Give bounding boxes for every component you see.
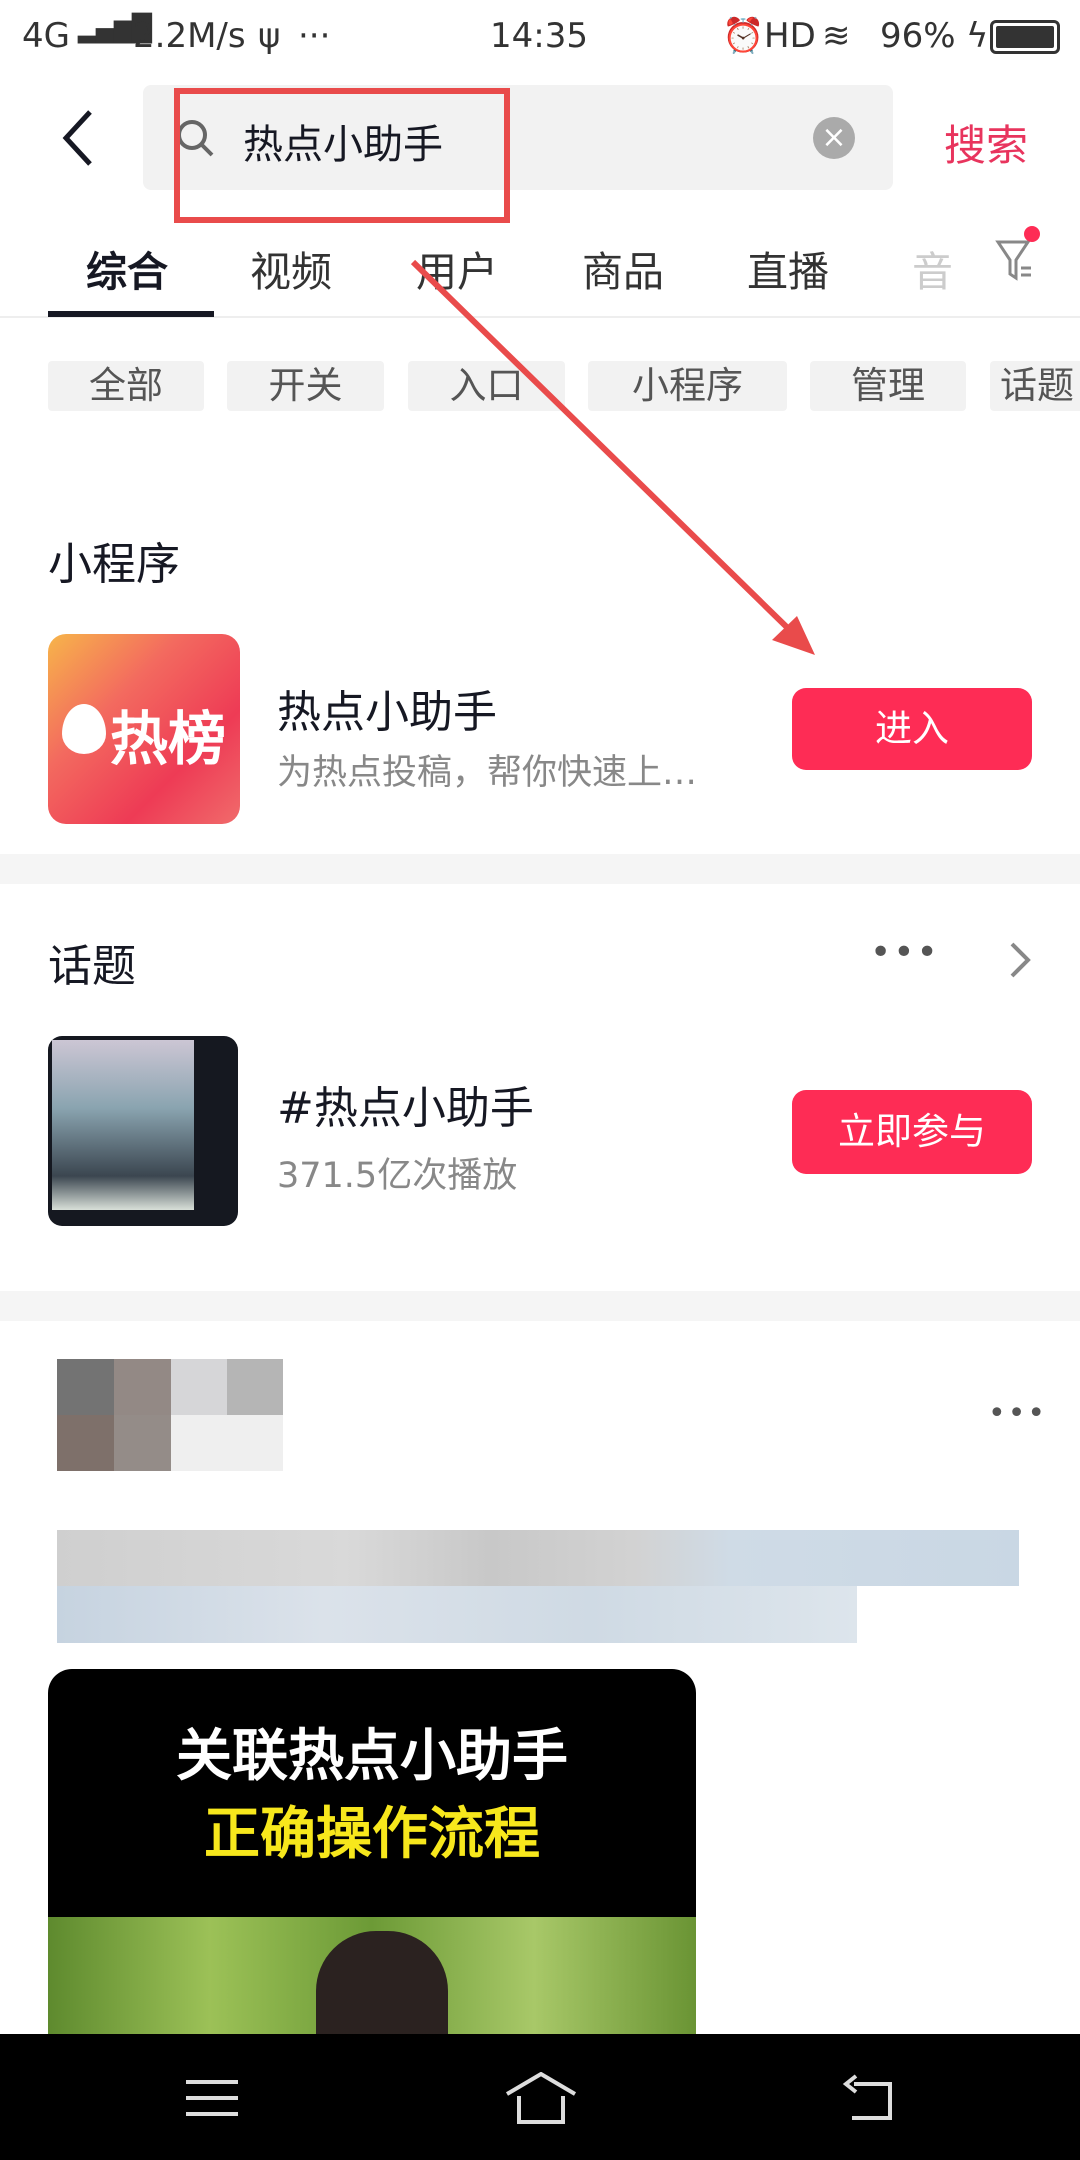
- annotation-rectangle: [174, 88, 510, 223]
- tab-live[interactable]: 直播: [747, 238, 829, 298]
- chip-all[interactable]: 全部: [48, 361, 204, 411]
- home-icon[interactable]: [505, 2072, 577, 2124]
- back-arrow-icon[interactable]: [58, 108, 98, 168]
- chip-mini-program[interactable]: 小程序: [588, 361, 787, 411]
- topic-name[interactable]: #热点小助手: [277, 1072, 534, 1136]
- flame-icon: [62, 704, 106, 754]
- chip-switch[interactable]: 开关: [227, 361, 384, 411]
- video-thumbnail[interactable]: 关联热点小助手 正确操作流程: [48, 1669, 696, 2049]
- net-speed: 2.2M/s: [133, 16, 246, 56]
- tab-video[interactable]: 视频: [250, 238, 332, 298]
- app-icon[interactable]: 热榜: [48, 634, 240, 824]
- enter-button[interactable]: 进入: [792, 688, 1032, 770]
- alarm-icon: ⏰: [722, 16, 765, 56]
- clear-icon[interactable]: ×: [813, 117, 855, 159]
- search-button[interactable]: 搜索: [944, 112, 1028, 173]
- more-status: ···: [298, 16, 331, 56]
- chevron-right-icon[interactable]: [1008, 940, 1032, 980]
- app-icon-text: 热榜: [110, 705, 227, 773]
- back-nav-icon[interactable]: [842, 2074, 894, 2122]
- tab-comprehensive[interactable]: 综合: [86, 238, 168, 298]
- hd-label: HD: [764, 16, 816, 56]
- section-divider: [0, 854, 1080, 884]
- topic-plays: 371.5亿次播放: [277, 1156, 518, 1196]
- mini-program-heading: 小程序: [48, 539, 180, 590]
- battery-icon: [990, 20, 1060, 54]
- section-divider: [0, 1291, 1080, 1321]
- blurred-caption-line: [57, 1586, 857, 1643]
- status-bar: 4G ▂▄▆█ 2.2M/s ψ ··· 14:35 ⏰ HD ≋ 96% ϟ: [0, 0, 1080, 76]
- system-nav-bar: [0, 2034, 1080, 2160]
- video-person: [316, 1931, 448, 2049]
- video-title-line2: 正确操作流程: [204, 1802, 540, 1867]
- chip-entry[interactable]: 入口: [408, 361, 565, 411]
- tab-products[interactable]: 商品: [582, 238, 664, 298]
- topic-heading: 话题: [48, 941, 136, 992]
- battery-level: 96%: [880, 16, 956, 56]
- more-icon[interactable]: •••: [870, 932, 940, 973]
- mini-program-name[interactable]: 热点小助手: [277, 676, 497, 740]
- tab-users[interactable]: 用户: [416, 238, 498, 298]
- video-title-line1: 关联热点小助手: [176, 1724, 568, 1789]
- usb-icon: ψ: [258, 16, 281, 56]
- charging-icon: ϟ: [966, 16, 989, 56]
- menu-icon[interactable]: [186, 2078, 238, 2118]
- blurred-caption-end: [857, 1586, 1019, 1643]
- post-more-icon[interactable]: •••: [988, 1396, 1047, 1431]
- tab-music[interactable]: 音: [912, 238, 953, 298]
- network-type: 4G: [22, 16, 70, 56]
- join-button[interactable]: 立即参与: [792, 1090, 1032, 1174]
- tab-bar: 综合 视频 用户 商品 直播 音: [0, 230, 1080, 318]
- notification-dot: [1024, 226, 1040, 242]
- topic-thumbnail[interactable]: [48, 1036, 238, 1226]
- active-tab-indicator: [48, 311, 214, 317]
- wifi-icon: ≋: [822, 16, 851, 56]
- chip-topic[interactable]: 话题: [990, 361, 1080, 411]
- blurred-avatar[interactable]: [57, 1359, 283, 1471]
- mini-program-desc: 为热点投稿，帮你快速上…: [277, 753, 698, 793]
- filter-icon[interactable]: [995, 238, 1035, 282]
- chip-manage[interactable]: 管理: [810, 361, 966, 411]
- clock: 14:35: [490, 16, 588, 56]
